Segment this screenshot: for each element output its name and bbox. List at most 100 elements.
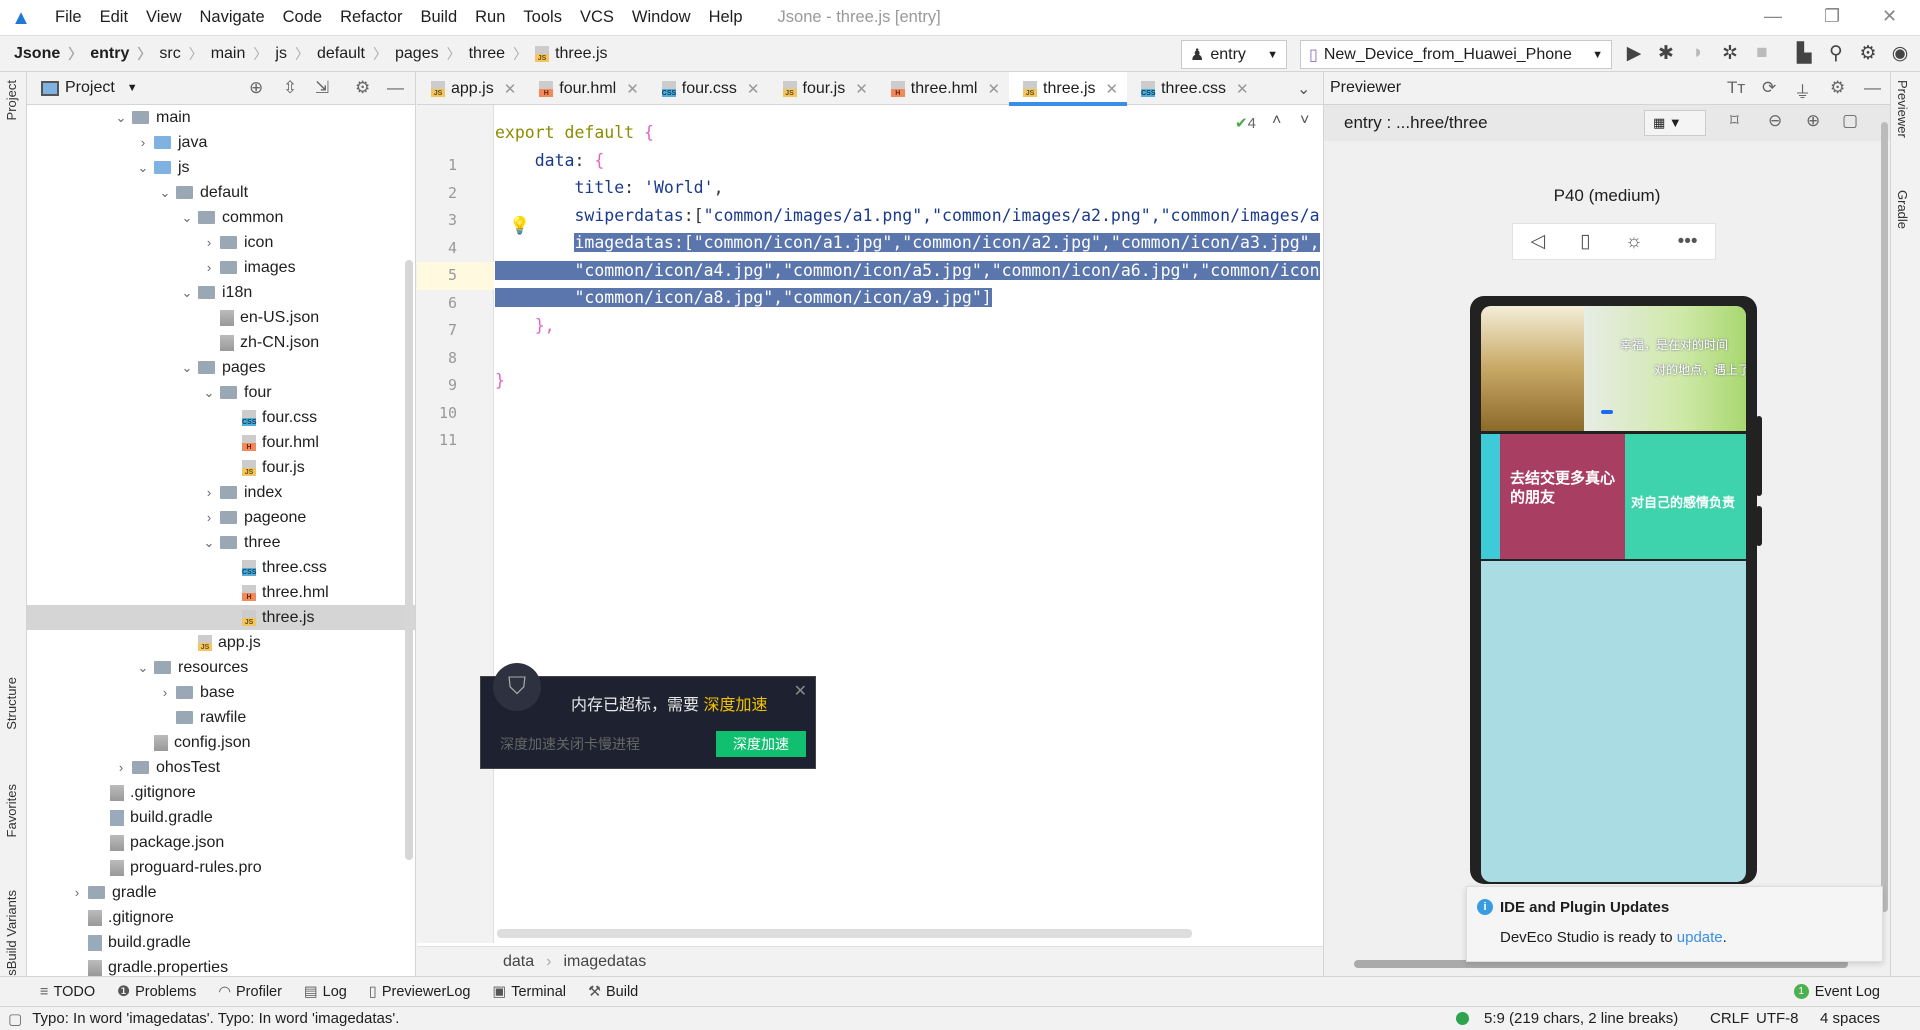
back-icon[interactable]: ◁ [1530,230,1545,253]
chevron-down-icon[interactable]: ⌄ [198,385,220,401]
menu-window[interactable]: Window [623,8,700,27]
close-tab-icon[interactable]: ✕ [1236,80,1249,98]
tab-four-hml[interactable]: Hfour.hml ✕ [525,72,648,105]
tree-item[interactable]: CSS three.css [27,555,415,580]
rotate-icon[interactable]: ▯ [1580,230,1590,253]
chevron-right-icon[interactable]: › [198,260,220,275]
stop-icon[interactable]: ■ [1750,42,1774,64]
tool-tab-previewerlog[interactable]: ▯ PreviewerLog [369,984,471,1000]
close-tab-icon[interactable]: ✕ [1106,80,1119,98]
breadcrumb-item[interactable]: JS three.js [535,44,608,64]
tree-scrollbar[interactable] [405,260,413,860]
chevron-right-icon[interactable]: › [132,135,154,150]
close-tab-icon[interactable]: ✕ [504,80,517,98]
tree-item[interactable]: ⌄ four [27,380,415,405]
file-encoding[interactable]: UTF-8 [1756,1010,1799,1027]
chevron-down-icon[interactable]: ⌄ [110,110,132,126]
status-toggle-icon[interactable]: ▢ [8,1010,22,1028]
brightness-icon[interactable]: ☼ [1625,231,1642,253]
inspection-widget[interactable]: ✔4 [1235,114,1256,132]
menu-help[interactable]: Help [700,8,752,27]
settings-icon[interactable]: ⚙ [1856,42,1880,65]
tree-item[interactable]: build.gradle [27,930,415,955]
tree-item[interactable]: › base [27,680,415,705]
layout-selector[interactable]: ▦ ▼ [1644,110,1706,136]
tree-item[interactable]: ⌄ i18n [27,280,415,305]
editor-hscrollbar[interactable] [497,929,1192,938]
fit-icon[interactable]: ⌑ [1730,111,1739,131]
profile-icon[interactable]: ✲ [1718,42,1742,65]
tab-three-css[interactable]: CSS three.css ✕ [1127,72,1258,105]
more-icon[interactable]: ••• [1678,231,1698,253]
plug-icon[interactable]: ⏚ [1794,78,1811,103]
popup-message-highlight[interactable]: 深度加速 [703,697,767,714]
tool-tab-terminal[interactable]: ▣ Terminal [493,984,567,1000]
chevron-right-icon[interactable]: › [66,885,88,900]
tool-tab-build[interactable]: ⚒ Build [588,984,638,1000]
tree-item[interactable]: JS three.js [27,605,415,630]
tool-tab-log[interactable]: ▤ Log [304,984,347,1000]
collapse-all-icon[interactable]: ⇲ [315,78,329,98]
update-link[interactable]: update [1677,929,1723,946]
gear-icon[interactable]: ⚙ [1830,78,1845,98]
hide-icon[interactable]: — [387,78,404,98]
breadcrumb-item[interactable]: src 〉 [159,44,210,64]
zoom-in-icon[interactable]: ⊕ [1806,111,1820,131]
fullscreen-icon[interactable]: ▢ [1842,111,1858,131]
tree-item[interactable]: JS app.js [27,630,415,655]
search-icon[interactable]: ⚲ [1824,42,1848,65]
expand-all-icon[interactable]: ⇳ [283,78,297,98]
close-icon[interactable]: ✕ [794,681,807,701]
tree-item[interactable]: en-US.json [27,305,415,330]
chevron-right-icon[interactable]: › [154,685,176,700]
tree-item[interactable]: › index [27,480,415,505]
tree-item[interactable]: .gitignore [27,905,415,930]
chevron-down-icon[interactable]: ⌄ [198,535,220,551]
tree-item[interactable]: ⌄ resources [27,655,415,680]
tree-item[interactable]: ⌄ js [27,155,415,180]
breadcrumb-item[interactable]: js 〉 [275,44,317,64]
previewer-stripe-button[interactable]: Previewer [1895,80,1910,138]
account-icon[interactable]: ◉ [1888,42,1912,65]
preview-vscrollbar[interactable] [1881,122,1888,912]
refresh-icon[interactable]: ⟳ [1762,78,1776,98]
project-stripe-button[interactable]: Project [4,80,19,120]
code-line[interactable]: } [495,367,1323,395]
locate-icon[interactable]: ⊕ [249,78,263,98]
menu-edit[interactable]: Edit [91,8,137,27]
chevron-right-icon[interactable]: › [198,510,220,525]
menu-file[interactable]: File [46,8,91,27]
swiper-indicator[interactable] [1601,410,1613,414]
tree-item[interactable]: Hfour.hml [27,430,415,455]
breadcrumb-item[interactable]: Jsone 〉 [14,44,90,64]
tree-item[interactable]: Hthree.hml [27,580,415,605]
tool-tab-problems[interactable]: ❶ Problems [117,984,196,1000]
tree-item[interactable]: zh-CN.json [27,330,415,355]
menu-navigate[interactable]: Navigate [191,8,274,27]
tabs-overflow-icon[interactable]: ⌄ [1297,79,1310,99]
accelerate-button[interactable]: 深度加速 [716,731,806,757]
tree-item[interactable]: ⌄ default [27,180,415,205]
tool-tab-profiler[interactable]: ◠ Profiler [218,984,282,1000]
hide-icon[interactable]: — [1864,78,1881,98]
tree-item[interactable]: ⌄ main [27,105,415,130]
structure-stripe-button[interactable]: Structure [4,677,19,730]
tree-item[interactable]: › pageone [27,505,415,530]
event-log-button[interactable]: 1 Event Log [1793,984,1880,1000]
breadcrumb-item[interactable]: entry 〉 [90,44,159,64]
code-line[interactable]: swiperdatas:["common/images/a1.png","com… [495,202,1323,230]
crumb-data[interactable]: data [503,953,534,971]
menu-run[interactable]: Run [466,8,514,27]
attach-debugger-icon[interactable]: ◗ [1686,42,1710,64]
chevron-right-icon[interactable]: › [198,235,220,250]
code-line[interactable] [495,394,1323,422]
code-line[interactable]: export default { [495,119,1323,147]
menu-refactor[interactable]: Refactor [331,8,411,27]
tree-item[interactable]: ⌄ pages [27,355,415,380]
module-selector[interactable]: ♟ entry ▼ [1181,40,1287,69]
line-separator[interactable]: CRLF [1710,1010,1749,1027]
debug-icon[interactable]: ✱ [1654,42,1678,65]
tree-item[interactable]: rawfile [27,705,415,730]
tab-three-hml[interactable]: Hthree.hml ✕ [877,72,1009,105]
run-icon[interactable]: ▶ [1622,42,1646,65]
